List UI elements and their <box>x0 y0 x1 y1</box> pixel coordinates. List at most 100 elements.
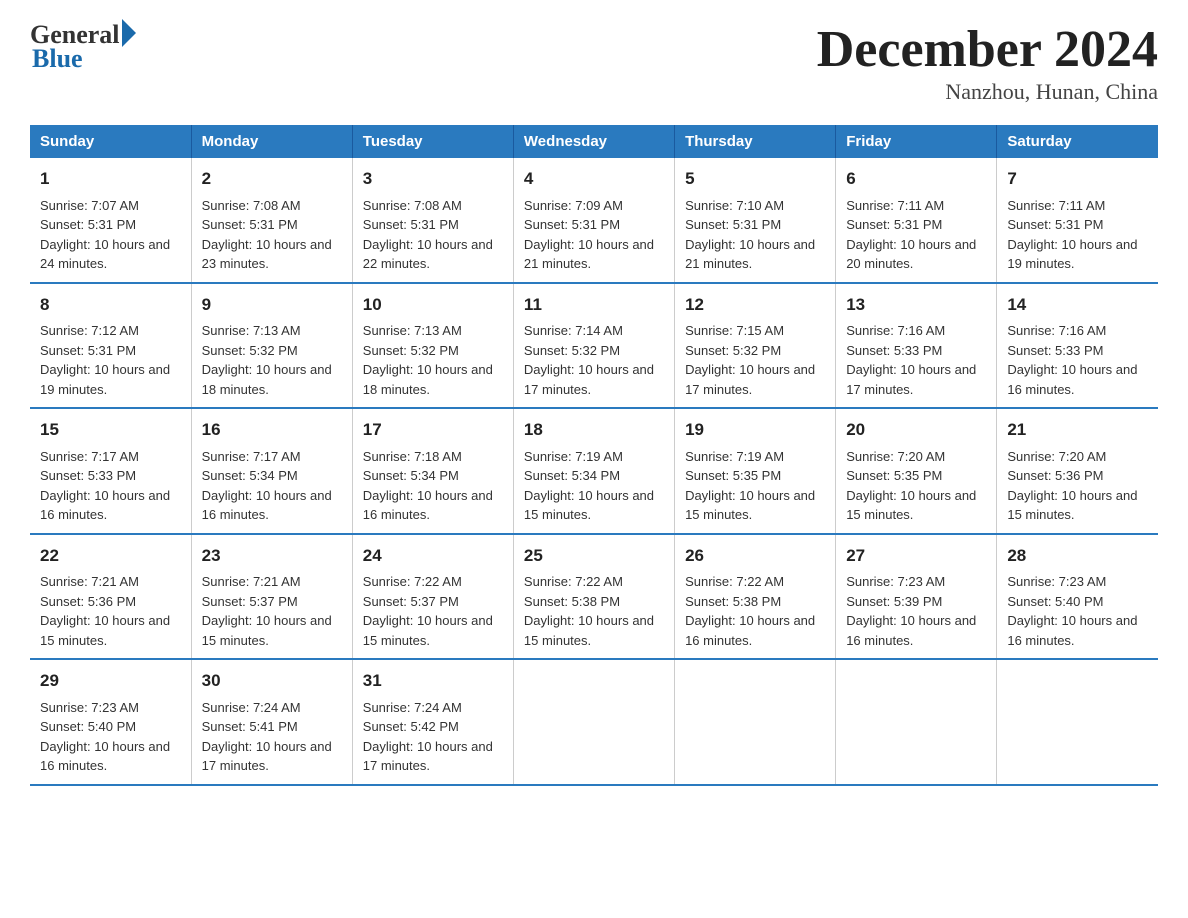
header-sunday: Sunday <box>30 125 191 158</box>
calendar-cell: 28 Sunrise: 7:23 AMSunset: 5:40 PMDayligh… <box>997 534 1158 660</box>
day-number: 20 <box>846 417 986 443</box>
day-info: Sunrise: 7:16 AMSunset: 5:33 PMDaylight:… <box>1007 323 1137 397</box>
day-info: Sunrise: 7:07 AMSunset: 5:31 PMDaylight:… <box>40 198 170 272</box>
day-number: 6 <box>846 166 986 192</box>
header-wednesday: Wednesday <box>513 125 674 158</box>
day-info: Sunrise: 7:19 AMSunset: 5:34 PMDaylight:… <box>524 449 654 523</box>
calendar-cell: 15Sunrise: 7:17 AMSunset: 5:33 PMDayligh… <box>30 408 191 534</box>
day-number: 17 <box>363 417 503 443</box>
calendar-cell: 13 Sunrise: 7:16 AMSunset: 5:33 PMDayligh… <box>836 283 997 409</box>
calendar-cell: 14Sunrise: 7:16 AMSunset: 5:33 PMDayligh… <box>997 283 1158 409</box>
calendar-cell: 21Sunrise: 7:20 AMSunset: 5:36 PMDayligh… <box>997 408 1158 534</box>
day-number: 1 <box>40 166 181 192</box>
calendar-cell: 19Sunrise: 7:19 AMSunset: 5:35 PMDayligh… <box>675 408 836 534</box>
calendar-table: SundayMondayTuesdayWednesdayThursdayFrid… <box>30 125 1158 786</box>
calendar-cell <box>997 659 1158 785</box>
calendar-cell: 8 Sunrise: 7:12 AMSunset: 5:31 PMDaylight… <box>30 283 191 409</box>
calendar-cell: 22 Sunrise: 7:21 AMSunset: 5:36 PMDayligh… <box>30 534 191 660</box>
logo-arrow-icon <box>122 19 136 47</box>
day-number: 5 <box>685 166 825 192</box>
week-row-1: 1 Sunrise: 7:07 AMSunset: 5:31 PMDaylight… <box>30 158 1158 283</box>
day-number: 18 <box>524 417 664 443</box>
calendar-cell: 23 Sunrise: 7:21 AMSunset: 5:37 PMDayligh… <box>191 534 352 660</box>
day-info: Sunrise: 7:08 AMSunset: 5:31 PMDaylight:… <box>202 198 332 272</box>
day-info: Sunrise: 7:16 AMSunset: 5:33 PMDaylight:… <box>846 323 976 397</box>
calendar-cell: 10Sunrise: 7:13 AMSunset: 5:32 PMDayligh… <box>352 283 513 409</box>
week-row-3: 15Sunrise: 7:17 AMSunset: 5:33 PMDayligh… <box>30 408 1158 534</box>
calendar-cell: 2 Sunrise: 7:08 AMSunset: 5:31 PMDaylight… <box>191 158 352 283</box>
day-number: 30 <box>202 668 342 694</box>
calendar-cell <box>513 659 674 785</box>
calendar-title: December 2024 <box>817 20 1158 79</box>
day-info: Sunrise: 7:22 AMSunset: 5:38 PMDaylight:… <box>685 574 815 648</box>
calendar-cell: 1 Sunrise: 7:07 AMSunset: 5:31 PMDaylight… <box>30 158 191 283</box>
day-info: Sunrise: 7:14 AMSunset: 5:32 PMDaylight:… <box>524 323 654 397</box>
day-info: Sunrise: 7:11 AMSunset: 5:31 PMDaylight:… <box>846 198 976 272</box>
day-number: 23 <box>202 543 342 569</box>
day-info: Sunrise: 7:21 AMSunset: 5:37 PMDaylight:… <box>202 574 332 648</box>
day-info: Sunrise: 7:24 AMSunset: 5:41 PMDaylight:… <box>202 700 332 774</box>
calendar-cell: 18 Sunrise: 7:19 AMSunset: 5:34 PMDayligh… <box>513 408 674 534</box>
header-saturday: Saturday <box>997 125 1158 158</box>
calendar-cell: 11 Sunrise: 7:14 AMSunset: 5:32 PMDayligh… <box>513 283 674 409</box>
day-number: 15 <box>40 417 181 443</box>
calendar-cell: 20 Sunrise: 7:20 AMSunset: 5:35 PMDayligh… <box>836 408 997 534</box>
day-number: 31 <box>363 668 503 694</box>
day-info: Sunrise: 7:12 AMSunset: 5:31 PMDaylight:… <box>40 323 170 397</box>
day-number: 24 <box>363 543 503 569</box>
day-number: 4 <box>524 166 664 192</box>
calendar-cell: 24 Sunrise: 7:22 AMSunset: 5:37 PMDayligh… <box>352 534 513 660</box>
calendar-cell: 16Sunrise: 7:17 AMSunset: 5:34 PMDayligh… <box>191 408 352 534</box>
calendar-cell: 7 Sunrise: 7:11 AMSunset: 5:31 PMDaylight… <box>997 158 1158 283</box>
calendar-cell: 26 Sunrise: 7:22 AMSunset: 5:38 PMDayligh… <box>675 534 836 660</box>
calendar-cell: 12Sunrise: 7:15 AMSunset: 5:32 PMDayligh… <box>675 283 836 409</box>
day-info: Sunrise: 7:20 AMSunset: 5:35 PMDaylight:… <box>846 449 976 523</box>
day-number: 28 <box>1007 543 1148 569</box>
day-number: 25 <box>524 543 664 569</box>
week-row-4: 22 Sunrise: 7:21 AMSunset: 5:36 PMDayligh… <box>30 534 1158 660</box>
day-info: Sunrise: 7:13 AMSunset: 5:32 PMDaylight:… <box>363 323 493 397</box>
calendar-cell <box>675 659 836 785</box>
day-number: 29 <box>40 668 181 694</box>
day-number: 3 <box>363 166 503 192</box>
header-row: SundayMondayTuesdayWednesdayThursdayFrid… <box>30 125 1158 158</box>
calendar-cell: 5Sunrise: 7:10 AMSunset: 5:31 PMDaylight… <box>675 158 836 283</box>
calendar-cell: 31Sunrise: 7:24 AMSunset: 5:42 PMDayligh… <box>352 659 513 785</box>
day-number: 13 <box>846 292 986 318</box>
day-info: Sunrise: 7:22 AMSunset: 5:37 PMDaylight:… <box>363 574 493 648</box>
day-number: 27 <box>846 543 986 569</box>
day-info: Sunrise: 7:11 AMSunset: 5:31 PMDaylight:… <box>1007 198 1137 272</box>
week-row-5: 29 Sunrise: 7:23 AMSunset: 5:40 PMDayligh… <box>30 659 1158 785</box>
day-number: 11 <box>524 292 664 318</box>
day-info: Sunrise: 7:23 AMSunset: 5:40 PMDaylight:… <box>1007 574 1137 648</box>
day-info: Sunrise: 7:20 AMSunset: 5:36 PMDaylight:… <box>1007 449 1137 523</box>
day-number: 12 <box>685 292 825 318</box>
logo-blue-text: Blue <box>30 44 83 74</box>
day-number: 7 <box>1007 166 1148 192</box>
day-info: Sunrise: 7:23 AMSunset: 5:39 PMDaylight:… <box>846 574 976 648</box>
day-number: 22 <box>40 543 181 569</box>
calendar-subtitle: Nanzhou, Hunan, China <box>817 79 1158 105</box>
header-thursday: Thursday <box>675 125 836 158</box>
day-info: Sunrise: 7:21 AMSunset: 5:36 PMDaylight:… <box>40 574 170 648</box>
header-tuesday: Tuesday <box>352 125 513 158</box>
calendar-cell: 3 Sunrise: 7:08 AMSunset: 5:31 PMDaylight… <box>352 158 513 283</box>
day-info: Sunrise: 7:08 AMSunset: 5:31 PMDaylight:… <box>363 198 493 272</box>
day-info: Sunrise: 7:23 AMSunset: 5:40 PMDaylight:… <box>40 700 170 774</box>
day-number: 2 <box>202 166 342 192</box>
calendar-cell: 17 Sunrise: 7:18 AMSunset: 5:34 PMDayligh… <box>352 408 513 534</box>
day-info: Sunrise: 7:18 AMSunset: 5:34 PMDaylight:… <box>363 449 493 523</box>
day-number: 16 <box>202 417 342 443</box>
calendar-cell: 29 Sunrise: 7:23 AMSunset: 5:40 PMDayligh… <box>30 659 191 785</box>
day-number: 26 <box>685 543 825 569</box>
calendar-cell <box>836 659 997 785</box>
day-info: Sunrise: 7:09 AMSunset: 5:31 PMDaylight:… <box>524 198 654 272</box>
header-monday: Monday <box>191 125 352 158</box>
calendar-cell: 25Sunrise: 7:22 AMSunset: 5:38 PMDayligh… <box>513 534 674 660</box>
day-info: Sunrise: 7:19 AMSunset: 5:35 PMDaylight:… <box>685 449 815 523</box>
day-number: 9 <box>202 292 342 318</box>
title-section: December 2024 Nanzhou, Hunan, China <box>817 20 1158 105</box>
calendar-cell: 6 Sunrise: 7:11 AMSunset: 5:31 PMDaylight… <box>836 158 997 283</box>
logo: General Blue <box>30 20 136 74</box>
day-number: 8 <box>40 292 181 318</box>
